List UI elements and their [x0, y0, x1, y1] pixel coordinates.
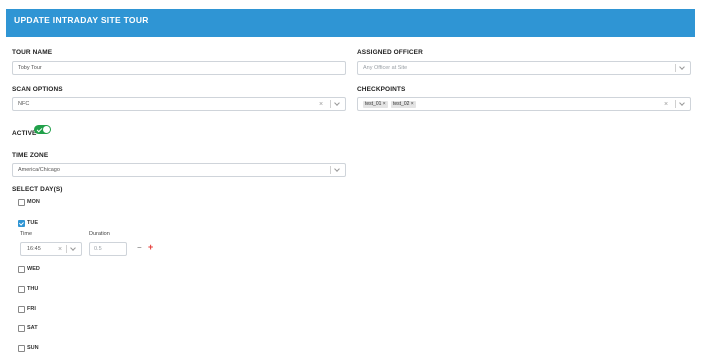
time-value: 16:45 — [27, 246, 41, 252]
check-icon — [36, 126, 43, 132]
day-checkbox-fri[interactable] — [18, 306, 25, 313]
select-days-label: SELECT DAY(S) — [12, 186, 63, 193]
checkpoint-tag: test_02 × — [391, 101, 416, 108]
chevron-down-icon[interactable] — [334, 165, 340, 172]
select-separator — [675, 64, 676, 72]
day-checkbox-tue[interactable] — [18, 220, 25, 227]
checkpoints-select[interactable]: test_01 × test_02 × × — [357, 97, 691, 111]
add-schedule-button[interactable]: + — [148, 242, 153, 252]
day-label-wed: WED — [27, 266, 40, 272]
chevron-down-icon[interactable] — [334, 99, 340, 106]
day-label-fri: FRI — [27, 306, 36, 312]
checkpoint-tag: test_01 × — [363, 101, 388, 108]
assigned-officer-select[interactable]: Any Officer at Site — [357, 61, 691, 75]
active-label: ACTIVE — [12, 130, 37, 137]
duration-input[interactable]: 0.5 — [89, 242, 127, 256]
checkpoints-label: CHECKPOINTS — [357, 86, 406, 93]
chevron-down-icon[interactable] — [679, 99, 685, 106]
day-checkbox-mon[interactable] — [18, 199, 25, 206]
day-checkbox-sun[interactable] — [18, 345, 25, 352]
day-label-sun: SUN — [27, 345, 39, 351]
tour-name-input[interactable]: Toby Tour — [12, 61, 346, 75]
time-select[interactable]: 16:45 × — [20, 242, 82, 256]
toggle-knob — [43, 126, 50, 133]
time-label: Time — [20, 231, 33, 237]
select-separator — [675, 100, 676, 108]
clear-icon[interactable]: × — [319, 101, 323, 108]
remove-tag-icon[interactable]: × — [411, 101, 414, 107]
day-checkbox-wed[interactable] — [18, 266, 25, 273]
day-checkbox-sat[interactable] — [18, 325, 25, 332]
tour-name-label: TOUR NAME — [12, 49, 53, 56]
active-toggle[interactable] — [34, 125, 51, 134]
checkpoint-tag-label: test_01 — [365, 101, 382, 107]
day-label-mon: MON — [27, 199, 40, 205]
time-zone-select[interactable]: America/Chicago — [12, 163, 346, 177]
tour-name-value: Toby Tour — [18, 65, 42, 71]
scan-options-value: NFC — [18, 101, 30, 107]
time-zone-label: TIME ZONE — [12, 152, 49, 159]
chevron-down-icon[interactable] — [70, 244, 76, 251]
day-label-sat: SAT — [27, 325, 38, 331]
duration-value: 0.5 — [94, 246, 102, 252]
select-separator — [330, 100, 331, 108]
page-title: UPDATE INTRADAY SITE TOUR — [14, 15, 149, 25]
day-label-thu: THU — [27, 286, 39, 292]
time-zone-value: America/Chicago — [18, 167, 60, 173]
scan-options-select[interactable]: NFC × — [12, 97, 346, 111]
remove-schedule-button[interactable]: − — [137, 243, 142, 252]
assigned-officer-label: ASSIGNED OFFICER — [357, 49, 423, 56]
assigned-officer-placeholder: Any Officer at Site — [363, 65, 408, 71]
select-separator — [330, 166, 331, 174]
day-checkbox-thu[interactable] — [18, 286, 25, 293]
remove-tag-icon[interactable]: × — [383, 101, 386, 107]
day-label-tue: TUE — [27, 220, 38, 226]
select-separator — [66, 245, 67, 253]
clear-icon[interactable]: × — [664, 101, 668, 108]
duration-label: Duration — [89, 231, 110, 237]
chevron-down-icon[interactable] — [679, 63, 685, 70]
clear-icon[interactable]: × — [58, 246, 62, 253]
scan-options-label: SCAN OPTIONS — [12, 86, 63, 93]
checkpoint-tag-label: test_02 — [393, 101, 410, 107]
